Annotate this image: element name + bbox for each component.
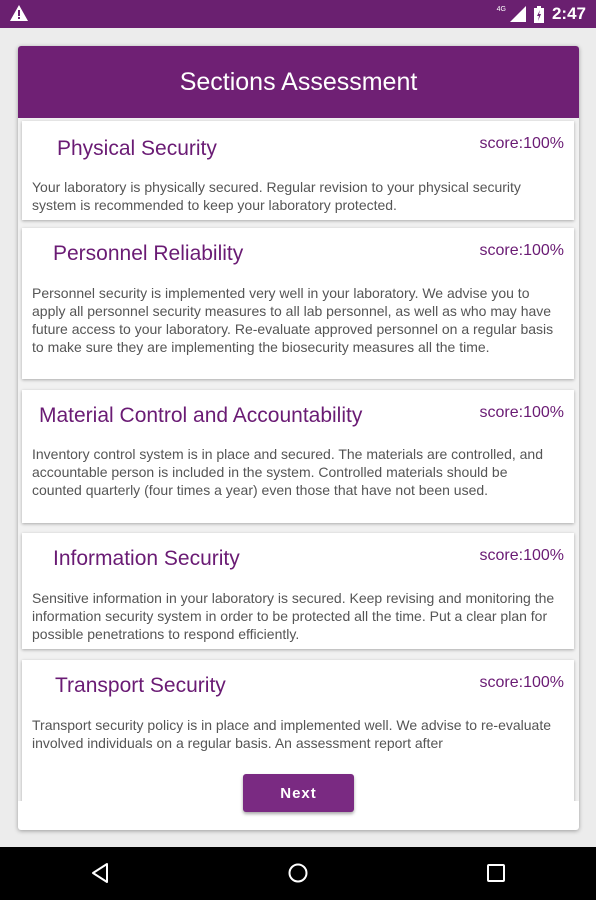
section-score: score:100% xyxy=(479,404,565,421)
assessment-card: Sections Assessment Physical Security sc… xyxy=(18,46,579,830)
sections-list[interactable]: Physical Security score:100% Your labora… xyxy=(18,118,579,801)
section-description: Personnel security is implemented very w… xyxy=(32,285,554,355)
section-score: score:100% xyxy=(479,674,565,691)
card-header: Sections Assessment xyxy=(18,46,579,118)
section-card-information-security: Information Security score:100% Sensitiv… xyxy=(22,533,574,649)
battery-icon xyxy=(533,5,544,23)
page-title: Sections Assessment xyxy=(179,67,418,96)
network-type-label: 4G xyxy=(496,5,506,13)
back-icon[interactable] xyxy=(89,861,113,885)
section-description: Sensitive information in your laboratory… xyxy=(32,590,555,642)
signal-icon xyxy=(509,6,526,22)
section-title: Material Control and Accountability xyxy=(39,404,363,427)
section-score: score:100% xyxy=(479,242,565,259)
clock: 2:47 xyxy=(551,4,586,23)
section-title: Personnel Reliability xyxy=(53,242,244,265)
status-bar: 4G 2:47 xyxy=(0,0,596,28)
section-title: Physical Security xyxy=(57,137,217,160)
section-title: Information Security xyxy=(53,547,240,570)
section-score: score:100% xyxy=(479,547,565,564)
section-title: Transport Security xyxy=(55,674,226,697)
section-card-material-control: Material Control and Accountability scor… xyxy=(22,390,574,523)
next-button[interactable]: Next xyxy=(243,774,354,812)
section-description: Transport security policy is in place an… xyxy=(32,717,552,751)
section-score: score:100% xyxy=(479,135,565,152)
section-description: Inventory control system is in place and… xyxy=(32,446,543,498)
section-description: Your laboratory is physically secured. R… xyxy=(32,179,521,213)
warning-icon xyxy=(10,5,28,21)
navigation-bar xyxy=(0,847,596,900)
home-icon[interactable] xyxy=(286,861,310,885)
recents-icon[interactable] xyxy=(484,861,508,885)
section-card-personnel-reliability: Personnel Reliability score:100% Personn… xyxy=(22,228,574,379)
section-card-physical-security: Physical Security score:100% Your labora… xyxy=(22,121,574,220)
